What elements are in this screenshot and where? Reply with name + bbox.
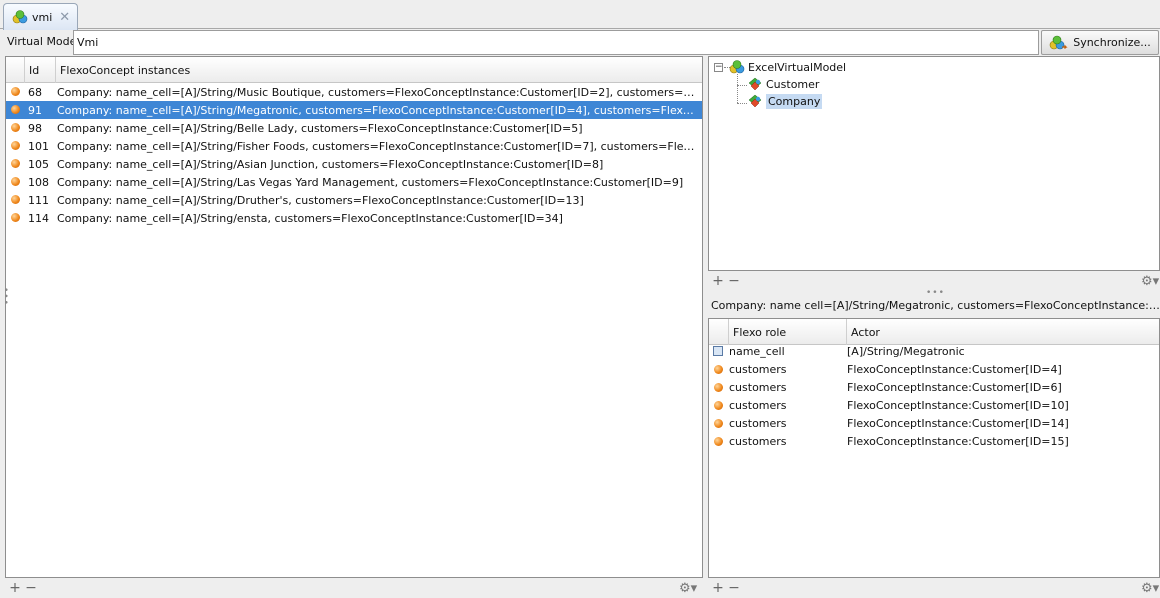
tree-root-label: ExcelVirtualModel <box>748 60 847 74</box>
synchronize-button[interactable]: Synchronize... <box>1041 30 1159 55</box>
tab-label: vmi <box>32 10 53 24</box>
instances-toolbar: + − <box>7 579 39 598</box>
virtual-model-icon <box>729 60 745 74</box>
instance-description-cell: Company: name_cell=[A]/String/Belle Lady… <box>57 122 583 135</box>
horizontal-splitter-handle[interactable]: ••• <box>926 288 945 298</box>
synchronize-icon <box>1049 35 1068 49</box>
instance-icon <box>714 401 723 410</box>
table-row[interactable]: customers FlexoConceptInstance:Customer[I… <box>709 432 1159 450</box>
close-icon[interactable]: ✕ <box>59 11 70 24</box>
table-row[interactable]: customers FlexoConceptInstance:Customer[I… <box>709 378 1159 396</box>
virtual-model-icon <box>12 10 28 24</box>
actor-cell: FlexoConceptInstance:Customer[ID=4] <box>847 363 1062 376</box>
instance-description-cell: Company: name_cell=[A]/String/Asian Junc… <box>57 158 604 171</box>
instance-icon <box>714 383 723 392</box>
instance-description-cell: Company: name_cell=[A]/String/Las Vegas … <box>57 176 684 189</box>
instance-id-cell: 111 <box>28 194 49 207</box>
roles-settings-gear-icon[interactable]: ⚙▾ <box>1141 581 1159 596</box>
instance-id-cell: 98 <box>28 122 42 135</box>
instances-table-header: Id FlexoConcept instances <box>6 57 702 83</box>
instance-icon <box>11 159 20 168</box>
flexo-role-cell: customers <box>729 381 787 394</box>
instance-icon <box>714 419 723 428</box>
icon-column-header[interactable] <box>6 57 25 83</box>
tree-toolbar: + − <box>710 272 742 292</box>
instances-column-header[interactable]: FlexoConcept instances <box>56 57 702 83</box>
roles-table: Flexo role Actor name_cell [A]/String/Meg… <box>708 318 1160 578</box>
virtual-model-row: Virtual Model Synchronize... <box>0 29 1160 56</box>
instance-id-cell: 108 <box>28 176 49 189</box>
instance-id-cell: 114 <box>28 212 49 225</box>
remove-tree-item-button[interactable]: − <box>726 274 742 290</box>
instance-id-cell: 91 <box>28 104 42 117</box>
flexo-role-cell: customers <box>729 399 787 412</box>
add-role-button[interactable]: + <box>710 581 726 597</box>
table-row[interactable]: 68 Company: name_cell=[A]/String/Music Bo… <box>6 83 702 101</box>
table-row[interactable]: customers FlexoConceptInstance:Customer[I… <box>709 360 1159 378</box>
collapse-toggle-icon[interactable]: − <box>714 63 723 72</box>
table-row[interactable]: customers FlexoConceptInstance:Customer[I… <box>709 414 1159 432</box>
cell-icon <box>713 346 723 356</box>
flexo-concept-icon <box>748 77 762 91</box>
instance-id-cell: 101 <box>28 140 49 153</box>
table-row[interactable]: 105 Company: name_cell=[A]/String/Asian J… <box>6 155 702 173</box>
table-row[interactable]: 111 Company: name_cell=[A]/String/Druther… <box>6 191 702 209</box>
table-row[interactable]: customers FlexoConceptInstance:Customer[I… <box>709 396 1159 414</box>
actor-cell: FlexoConceptInstance:Customer[ID=14] <box>847 417 1069 430</box>
tab-vmi[interactable]: vmi ✕ <box>3 3 78 30</box>
tree-company-label: Company <box>766 94 823 109</box>
add-tree-item-button[interactable]: + <box>710 274 726 290</box>
selected-instance-summary: Company: name cell=[A]/String/Megatronic… <box>711 299 1160 312</box>
instance-description-cell: Company: name_cell=[A]/String/Fisher Foo… <box>57 140 700 153</box>
instance-icon <box>11 87 20 96</box>
virtual-model-field[interactable] <box>73 30 1039 55</box>
instances-table: Id FlexoConcept instances 68 Company: nam… <box>5 56 703 578</box>
instance-icon <box>11 177 20 186</box>
add-instance-button[interactable]: + <box>7 581 23 597</box>
instances-settings-gear-icon[interactable]: ⚙▾ <box>679 581 697 596</box>
tree-node-company[interactable]: Company <box>747 94 823 109</box>
table-row[interactable]: 91 Company: name_cell=[A]/String/Megatron… <box>6 101 702 119</box>
remove-role-button[interactable]: − <box>726 581 742 597</box>
instance-id-cell: 68 <box>28 86 42 99</box>
left-splitter-handle[interactable]: ••• <box>0 287 10 306</box>
instance-icon <box>11 123 20 132</box>
editor-tab-bar: vmi ✕ <box>0 0 1160 30</box>
roles-toolbar: + − <box>710 579 742 598</box>
table-row[interactable]: 101 Company: name_cell=[A]/String/Fisher … <box>6 137 702 155</box>
instance-icon <box>11 195 20 204</box>
instance-icon <box>714 437 723 446</box>
instance-icon <box>11 213 20 222</box>
concept-tree: − ExcelVirtualModel Customer Company <box>708 56 1160 271</box>
instance-icon <box>11 141 20 150</box>
table-row[interactable]: 98 Company: name_cell=[A]/String/Belle La… <box>6 119 702 137</box>
table-row[interactable]: 108 Company: name_cell=[A]/String/Las Veg… <box>6 173 702 191</box>
table-row[interactable]: name_cell [A]/String/Megatronic <box>709 342 1159 360</box>
instance-icon <box>714 365 723 374</box>
virtual-model-label: Virtual Model <box>7 35 80 48</box>
id-column-header[interactable]: Id <box>25 57 56 83</box>
instance-id-cell: 105 <box>28 158 49 171</box>
actor-cell: [A]/String/Megatronic <box>847 345 965 358</box>
actor-cell: FlexoConceptInstance:Customer[ID=15] <box>847 435 1069 448</box>
instance-description-cell: Company: name_cell=[A]/String/Megatronic… <box>57 104 700 117</box>
flexo-concept-icon <box>748 94 762 108</box>
tree-settings-gear-icon[interactable]: ⚙▾ <box>1141 274 1159 289</box>
instance-description-cell: Company: name_cell=[A]/String/ensta, cus… <box>57 212 563 225</box>
tree-node-root[interactable]: ExcelVirtualModel <box>729 60 846 74</box>
remove-instance-button[interactable]: − <box>23 581 39 597</box>
actor-cell: FlexoConceptInstance:Customer[ID=6] <box>847 381 1062 394</box>
tree-node-customer[interactable]: Customer <box>747 77 819 92</box>
instance-icon <box>11 105 20 114</box>
flexo-role-cell: customers <box>729 363 787 376</box>
flexo-role-cell: name_cell <box>729 345 785 358</box>
instance-description-cell: Company: name_cell=[A]/String/Music Bout… <box>57 86 700 99</box>
actor-cell: FlexoConceptInstance:Customer[ID=10] <box>847 399 1069 412</box>
table-row[interactable]: 114 Company: name_cell=[A]/String/ensta, … <box>6 209 702 227</box>
flexo-role-cell: customers <box>729 417 787 430</box>
instance-description-cell: Company: name_cell=[A]/String/Druther's,… <box>57 194 584 207</box>
tree-customer-label: Customer <box>766 78 820 91</box>
synchronize-label: Synchronize... <box>1073 36 1151 49</box>
flexo-role-cell: customers <box>729 435 787 448</box>
